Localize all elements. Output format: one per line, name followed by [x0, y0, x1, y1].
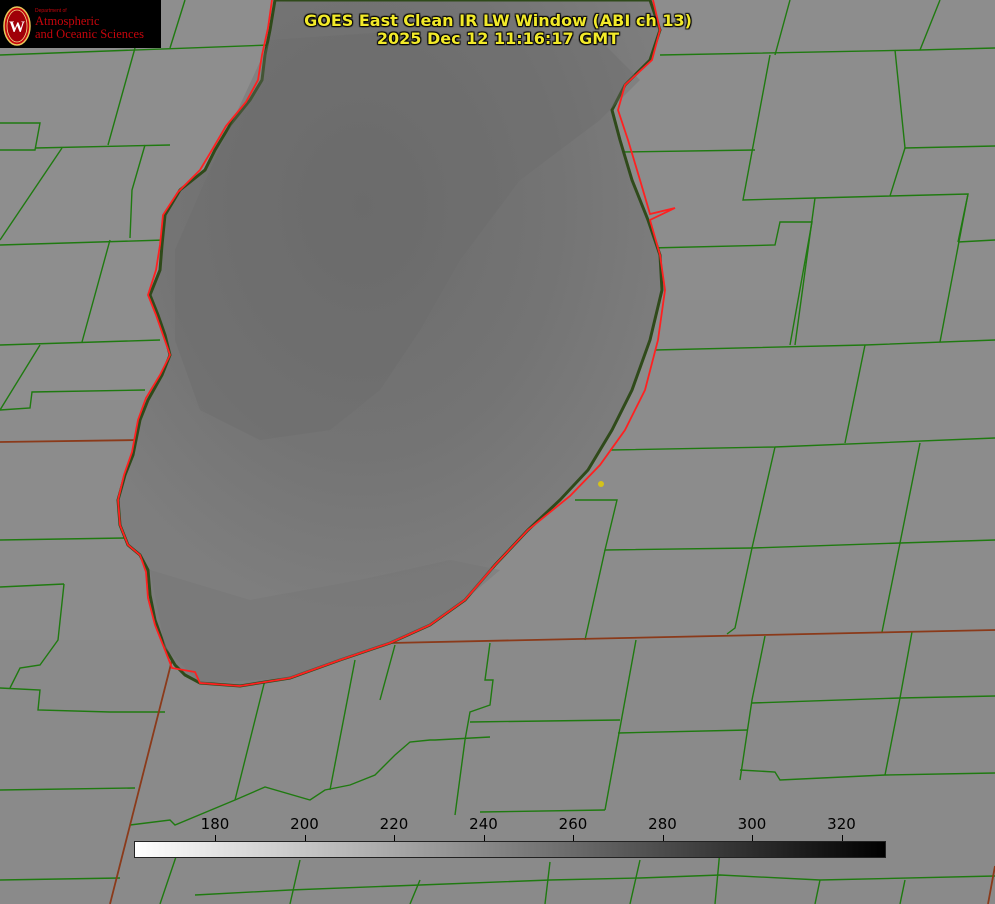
- satellite-map: [0, 0, 995, 904]
- map-timestamp: 2025 Dec 12 11:16:17 GMT: [376, 29, 620, 48]
- colorbar-tick-label: 220: [379, 815, 409, 833]
- colorbar-tick-label: 280: [648, 815, 677, 833]
- aos-logo: W Department of Atmospheric and Oceanic …: [0, 0, 161, 48]
- uw-crest-icon: W: [3, 6, 31, 46]
- colorbar-tick-label: 260: [558, 815, 588, 833]
- colorbar-tick-label: 240: [469, 815, 498, 833]
- seal-letter: W: [9, 19, 25, 36]
- colorbar-tick-label: 200: [290, 815, 319, 833]
- map-title: GOES East Clean IR LW Window (ABI ch 13): [304, 11, 692, 30]
- city-marker: [598, 481, 604, 487]
- colorbar-tick-label: 180: [200, 815, 230, 833]
- colorbar-tick-label: 320: [827, 815, 856, 833]
- colorbar: [134, 841, 886, 858]
- colorbar-tick-label: 300: [737, 815, 767, 833]
- logo-line-2: and Oceanic Sciences: [35, 27, 144, 41]
